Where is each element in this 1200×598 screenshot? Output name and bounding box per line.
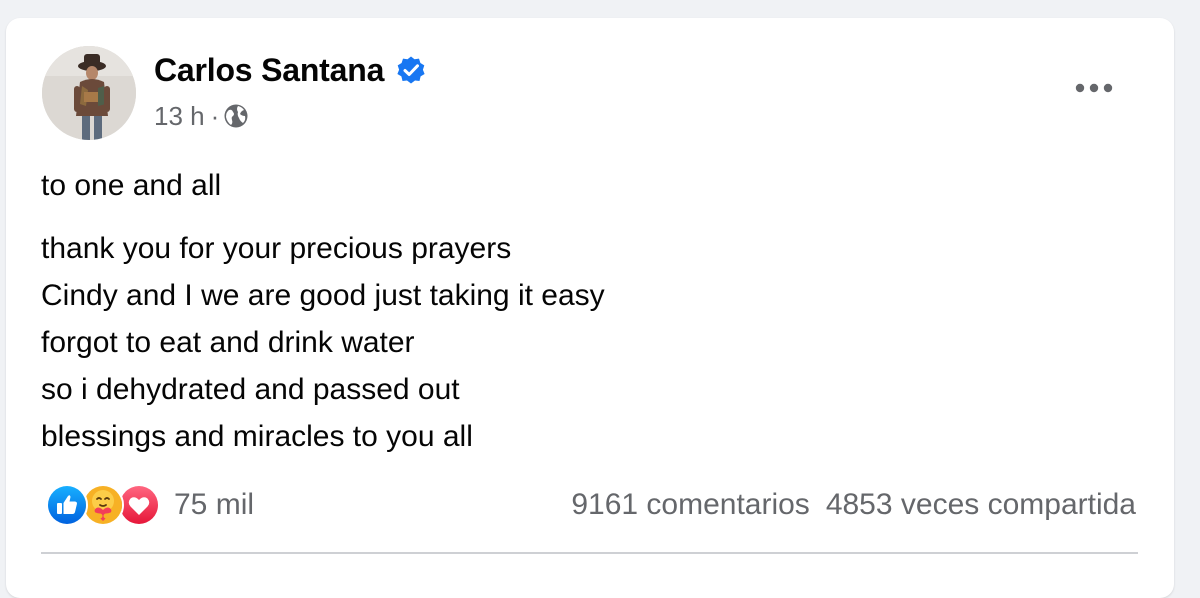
comments-count-link[interactable]: 9161 comentarios — [571, 488, 809, 522]
post-line: forgot to eat and drink water — [41, 326, 415, 359]
verified-badge-icon — [396, 55, 426, 85]
author-name[interactable]: Carlos Santana — [154, 52, 384, 89]
post-message: to one and all thank you for your precio… — [41, 162, 1141, 460]
author-row: Carlos Santana — [154, 50, 426, 90]
post-line: thank you for your precious prayers — [41, 232, 512, 265]
shares-count-link[interactable]: 4853 veces compartida — [826, 488, 1136, 522]
love-icon — [118, 484, 160, 526]
post-timestamp[interactable]: 13 h — [154, 101, 205, 132]
post-line: so i dehydrated and passed out — [41, 373, 460, 406]
avatar-photo-icon — [42, 46, 136, 140]
reactions-summary[interactable]: 75 mil — [46, 484, 254, 526]
globe-icon[interactable] — [223, 103, 249, 129]
post-stats: 9161 comentarios 4853 veces compartida — [571, 485, 1136, 525]
post-meta: 13 h · — [154, 100, 249, 132]
meta-separator: · — [210, 100, 220, 131]
post-greeting: to one and all — [41, 169, 222, 202]
care-icon — [82, 484, 124, 526]
more-options-button[interactable] — [1068, 70, 1120, 106]
more-options-icon — [1075, 83, 1113, 93]
like-icon — [46, 484, 88, 526]
author-avatar[interactable] — [42, 46, 136, 140]
post-line: blessings and miracles to you all — [41, 420, 473, 453]
reaction-count[interactable]: 75 mil — [174, 488, 254, 522]
stats-divider — [41, 552, 1138, 554]
post-line: Cindy and I we are good just taking it e… — [41, 279, 605, 312]
post-card: Carlos Santana 13 h · to one and all tha… — [6, 18, 1174, 598]
